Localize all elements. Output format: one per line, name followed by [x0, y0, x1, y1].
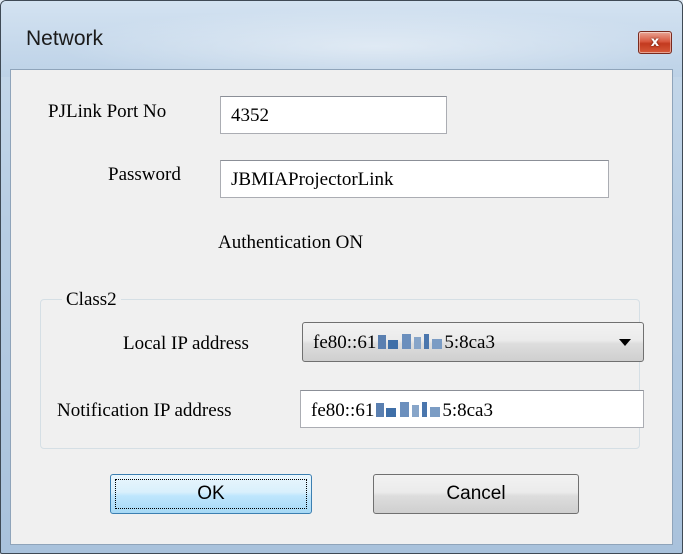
notification-ip-value: fe80::61	[311, 400, 375, 421]
port-input[interactable]: 4352	[220, 96, 447, 134]
local-ip-select[interactable]: fe80::61 5:8ca3	[302, 322, 644, 362]
cancel-button-label: Cancel	[446, 483, 506, 504]
dialog-client-area: PJLink Port No 4352 Password JBMIAProjec…	[10, 69, 673, 545]
title-bar[interactable]: Network x	[1, 1, 682, 77]
window-title: Network	[26, 27, 104, 50]
auth-status: Authentication ON	[218, 232, 364, 253]
notification-ip-input[interactable]: fe80::61 5:8ca3	[300, 390, 644, 428]
local-ip-value: fe80::61	[313, 332, 377, 353]
port-label: PJLink Port No	[48, 101, 167, 122]
redacted-mark	[376, 402, 441, 417]
close-button[interactable]: x	[638, 31, 672, 54]
notification-ip-label: Notification IP address	[57, 400, 232, 421]
focus-ring	[115, 479, 307, 509]
password-value: JBMIAProjectorLink	[231, 169, 394, 190]
network-dialog: Network x PJLink Port No 4352 Password J…	[0, 0, 683, 554]
port-value: 4352	[231, 105, 269, 126]
password-input[interactable]: JBMIAProjectorLink	[220, 160, 609, 198]
chevron-down-icon	[619, 339, 631, 346]
close-icon: x	[650, 35, 660, 50]
cancel-button[interactable]: Cancel	[373, 474, 579, 514]
local-ip-tail: 5:8ca3	[444, 332, 495, 353]
notification-ip-tail: 5:8ca3	[442, 400, 493, 421]
class2-legend: Class2	[62, 289, 121, 311]
redacted-mark	[378, 334, 443, 349]
ok-button[interactable]: OK	[110, 474, 312, 514]
password-label: Password	[108, 164, 181, 185]
local-ip-label: Local IP address	[123, 333, 249, 354]
